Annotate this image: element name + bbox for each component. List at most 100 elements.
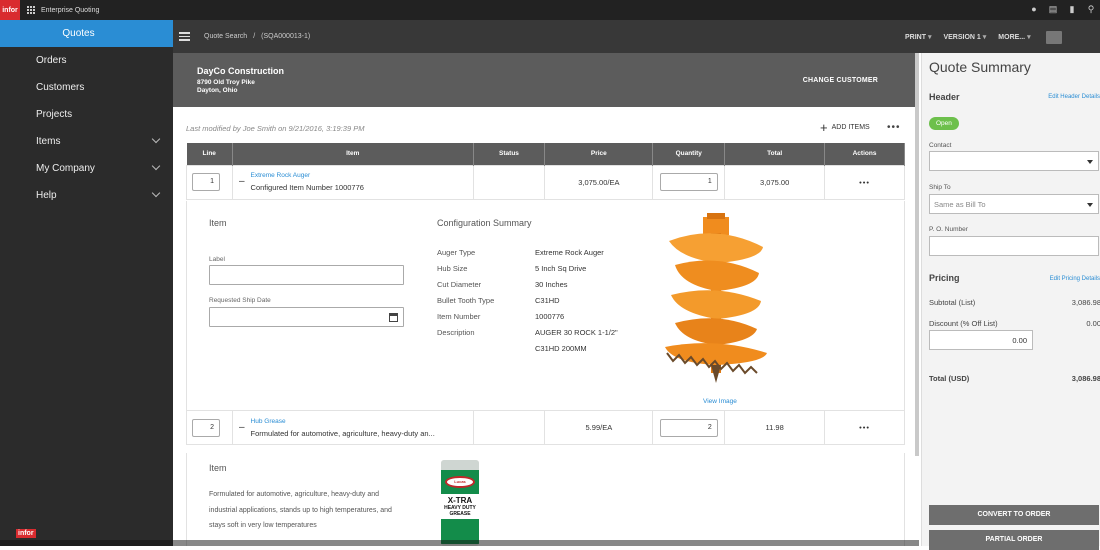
line-number-input[interactable]: 1 — [192, 173, 220, 191]
top-bar: infor Enterprise Quoting ● ▤ ▮ ⚲ — [0, 0, 1100, 20]
breadcrumb-quote-search[interactable]: Quote Search — [204, 33, 247, 40]
chevron-down-icon — [151, 188, 161, 198]
subtotal-value: 3,086.98 — [1071, 298, 1100, 307]
config-key: Item Number — [437, 312, 481, 321]
last-modified-text: Last modified by Joe Smith on 9/21/2016,… — [186, 124, 365, 133]
view-image-link[interactable]: View Image — [703, 398, 737, 405]
col-header-actions: Actions — [824, 143, 905, 165]
config-value: 5 Inch Sq Drive — [535, 264, 587, 273]
col-header-line: Line — [186, 143, 233, 165]
config-key: Bullet Tooth Type — [437, 296, 495, 305]
table-row: 1 – Extreme Rock Auger Configured Item Num… — [186, 164, 905, 200]
config-value: 1000776 — [535, 312, 565, 321]
contact-select[interactable] — [929, 151, 1099, 171]
footer-logo: infor — [16, 529, 36, 538]
po-number-label: P. O. Number — [929, 226, 968, 233]
sidebar-item-help[interactable]: Help — [0, 182, 173, 209]
plus-icon: + — [820, 120, 828, 135]
partial-order-button[interactable]: PARTIAL ORDER — [929, 530, 1099, 550]
status-cell — [472, 410, 546, 445]
auger-image — [665, 213, 767, 383]
inbox-icon[interactable]: ▤ — [1048, 4, 1058, 14]
item-description: Configured Item Number 1000776 — [250, 183, 364, 192]
convert-to-order-button[interactable]: CONVERT TO ORDER — [929, 505, 1099, 525]
edit-pricing-details-link[interactable]: Edit Pricing Details — [1050, 276, 1100, 282]
sidebar-item-items[interactable]: Items — [0, 128, 173, 155]
total-label: Total (USD) — [929, 374, 970, 383]
sidebar: Quotes Orders Customers Projects Items M… — [0, 20, 173, 546]
discount-row: Discount (% Off List) 0.00 — [929, 319, 1100, 328]
ship-to-select[interactable]: Same as Bill To — [929, 194, 1099, 214]
sidebar-item-quotes[interactable]: Quotes — [0, 20, 173, 47]
chat-icon[interactable] — [1046, 31, 1062, 44]
line-items-table-row2: 2 – Hub Grease Formulated for automotive, … — [186, 410, 905, 445]
col-header-item: Item — [232, 143, 474, 165]
collapse-icon[interactable]: – — [239, 422, 245, 433]
ship-date-field[interactable] — [209, 307, 404, 327]
version-menu[interactable]: VERSION 1 — [943, 33, 986, 41]
po-number-field[interactable] — [929, 236, 1099, 256]
col-header-status: Status — [473, 143, 546, 165]
config-value: AUGER 30 ROCK 1-1/2" — [535, 328, 618, 337]
sidebar-item-label: Items — [36, 136, 61, 147]
sidebar-item-label: Help — [36, 190, 57, 201]
app-grid-icon[interactable] — [26, 6, 35, 15]
main-scrollbar[interactable] — [915, 53, 919, 456]
quote-summary-title: Quote Summary — [929, 59, 1031, 75]
sidebar-item-my-company[interactable]: My Company — [0, 155, 173, 182]
quote-lines-panel: Last modified by Joe Smith on 9/21/2016,… — [173, 107, 919, 546]
sidebar-item-label: Projects — [36, 109, 73, 120]
ship-date-label: Requested Ship Date — [209, 297, 271, 304]
breadcrumb: Quote Search / (SQA000013-1) — [204, 33, 310, 40]
print-menu[interactable]: PRINT — [905, 33, 931, 41]
discount-label: Discount (% Off List) — [929, 319, 998, 328]
status-cell — [472, 164, 546, 200]
item-link[interactable]: Extreme Rock Auger — [251, 172, 364, 179]
total-cell: 3,075.00 — [724, 164, 826, 200]
configuration-summary-heading: Configuration Summary — [437, 218, 532, 228]
config-key: Auger Type — [437, 248, 476, 257]
bookmark-icon[interactable]: ▮ — [1067, 4, 1077, 14]
infor-logo: infor — [0, 0, 20, 20]
ship-to-label: Ship To — [929, 184, 951, 191]
more-menu[interactable]: MORE... — [998, 33, 1030, 41]
user-icon[interactable]: ● — [1029, 4, 1039, 14]
product-brand: Lucas — [445, 476, 475, 488]
config-key: Description — [437, 328, 475, 337]
change-customer-button[interactable]: CHANGE CUSTOMER — [803, 77, 878, 84]
add-items-button[interactable]: + ADD ITEMS — [820, 120, 870, 135]
item-link[interactable]: Hub Grease — [251, 418, 435, 425]
quote-summary-panel: Quote Summary Header Edit Header Details… — [921, 53, 1100, 550]
line-number-input[interactable]: 2 — [192, 418, 220, 437]
sidebar-item-customers[interactable]: Customers — [0, 74, 173, 101]
chevron-down-icon — [151, 161, 161, 171]
row-actions-icon[interactable]: ••• — [824, 410, 905, 445]
grease-product-image: Lucas X-TRA HEAVY DUTY GREASE — [441, 460, 479, 546]
collapse-icon[interactable]: – — [239, 176, 245, 187]
label-field-label: Label — [209, 256, 225, 263]
calendar-icon[interactable] — [389, 313, 398, 322]
item-long-description: Formulated for automotive, agriculture, … — [209, 491, 392, 529]
col-header-price: Price — [544, 143, 654, 165]
item-detail-panel-2: Item Formulated for automotive, agricult… — [186, 453, 905, 546]
sidebar-item-projects[interactable]: Projects — [0, 101, 173, 128]
item-description: Formulated for automotive, agriculture, … — [250, 428, 435, 438]
customer-address: 8790 Old Troy Pike Dayton, Ohio — [197, 79, 255, 95]
edit-header-details-link[interactable]: Edit Header Details — [1048, 94, 1100, 100]
hamburger-icon[interactable] — [179, 30, 190, 43]
quantity-input[interactable]: 2 — [659, 418, 718, 437]
status-bar — [0, 540, 919, 546]
app-title: Enterprise Quoting — [41, 6, 100, 14]
sidebar-item-orders[interactable]: Orders — [0, 47, 173, 74]
more-actions-icon[interactable]: ••• — [887, 122, 901, 133]
total-row: Total (USD) 3,086.98 — [929, 374, 1100, 383]
discount-input[interactable]: 0.00 — [929, 330, 1033, 350]
subtotal-label: Subtotal (List) — [929, 298, 976, 307]
address-line-1: 8790 Old Troy Pike — [197, 79, 255, 86]
label-field[interactable] — [209, 265, 404, 285]
price-cell: 3,075.00/EA — [544, 164, 654, 200]
quantity-input[interactable]: 1 — [659, 173, 718, 191]
search-icon[interactable]: ⚲ — [1086, 4, 1096, 14]
sidebar-item-label: My Company — [36, 163, 95, 174]
row-actions-icon[interactable]: ••• — [824, 164, 905, 200]
